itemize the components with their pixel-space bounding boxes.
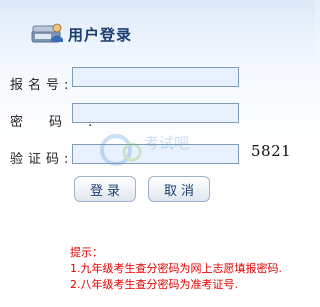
login-button[interactable]: 登录 [74, 176, 136, 202]
exam-no-label: 报名号: [10, 78, 69, 93]
tips-heading: 提示： [70, 246, 103, 259]
cancel-button[interactable]: 取消 [148, 176, 210, 202]
password-input[interactable] [72, 103, 239, 123]
computer-user-icon [31, 23, 63, 43]
login-header: 用户登录 [0, 0, 315, 66]
captcha-label: 验证码: [10, 152, 69, 167]
page-title: 用户登录 [68, 26, 133, 44]
watermark-text: 考试吧 [144, 134, 189, 152]
captcha-code: 5821 [251, 142, 292, 160]
tips-box: 提示： 1.九年级考生查分密码为网上志愿填报密码. 2.八年级考生查分密码为准考… [70, 245, 282, 293]
exam-no-input[interactable] [72, 67, 239, 87]
tips-line-1: 1.九年级考生查分密码为网上志愿填报密码. [70, 262, 282, 275]
tips-line-2: 2.八年级考生查分密码为准考证号. [70, 278, 238, 291]
watermark-logo: 考试吧 [100, 134, 189, 166]
